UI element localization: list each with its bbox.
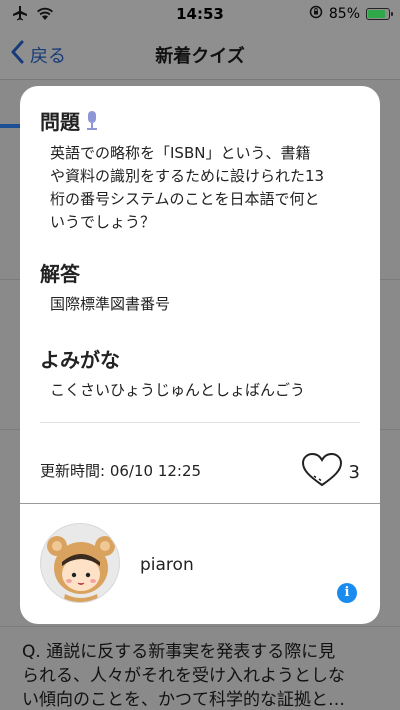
- question-line: 英語での略称を「ISBN」という、書籍: [50, 144, 311, 162]
- orientation-lock-icon: [309, 5, 323, 23]
- like-button[interactable]: 3: [301, 452, 360, 493]
- reading-text: こくさいひょうじゅんとしょばんごう: [50, 381, 306, 399]
- like-count: 3: [348, 462, 360, 483]
- background-divider: [0, 626, 400, 627]
- question-text: 英語での略称を「ISBN」という、書籍 や資料の識別をするために設けられた13 …: [50, 142, 324, 234]
- heart-icon: [301, 452, 343, 493]
- question-line: や資料の識別をするために設けられた13: [50, 167, 325, 185]
- preview-line: Q. 通説に反する新事実を発表する際に見: [22, 642, 336, 662]
- preview-line: い傾向のことを、かつて科学的な証拠と…: [22, 690, 345, 710]
- battery-percent: 85%: [328, 6, 360, 22]
- answer-heading: 解答: [40, 262, 80, 286]
- page-title: 新着クイズ: [155, 46, 245, 67]
- microphone-icon[interactable]: [86, 110, 98, 131]
- info-icon[interactable]: i: [337, 583, 357, 603]
- navigation-bar: 戻る 新着クイズ: [0, 28, 400, 80]
- avatar[interactable]: [40, 523, 120, 603]
- battery-icon: [366, 8, 393, 20]
- tab-indicator: [0, 124, 22, 128]
- status-bar: 14:53 85%: [0, 0, 400, 28]
- answer-text: 国際標準図書番号: [50, 295, 171, 313]
- battery-level: [368, 10, 385, 18]
- username[interactable]: piaron: [140, 555, 194, 575]
- status-right: 85%: [309, 5, 393, 23]
- preview-line: られる、人々がそれを受け入れようとしな: [22, 666, 345, 686]
- quiz-detail-card: 問題 英語での略称を「ISBN」という、書籍 や資料の識別をするために設けられた…: [20, 86, 380, 624]
- divider: [40, 422, 360, 423]
- background-quiz-preview[interactable]: Q. 通説に反する新事実を発表する際に見 られる、人々がそれを受け入れようとしな…: [22, 640, 387, 710]
- question-line: いうでしょう？: [50, 213, 156, 231]
- divider: [20, 503, 380, 504]
- question-heading: 問題: [40, 106, 98, 135]
- question-heading-label: 問題: [40, 110, 80, 134]
- reading-heading: よみがな: [40, 348, 120, 372]
- question-line: 桁の番号システムのことを日本語で何と: [50, 190, 320, 208]
- updated-time: 更新時間: 06/10 12:25: [40, 462, 202, 480]
